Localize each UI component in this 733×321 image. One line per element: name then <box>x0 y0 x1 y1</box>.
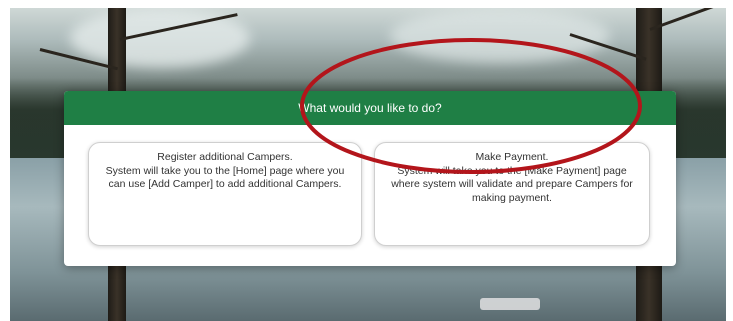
dialog-title: What would you like to do? <box>64 91 676 125</box>
make-payment-option[interactable]: Make Payment. System will take you to th… <box>374 142 650 246</box>
register-campers-option[interactable]: Register additional Campers. System will… <box>88 142 362 246</box>
dock <box>480 298 540 310</box>
action-dialog: What would you like to do? Register addi… <box>64 91 676 266</box>
options-container: Register additional Campers. System will… <box>64 125 676 266</box>
